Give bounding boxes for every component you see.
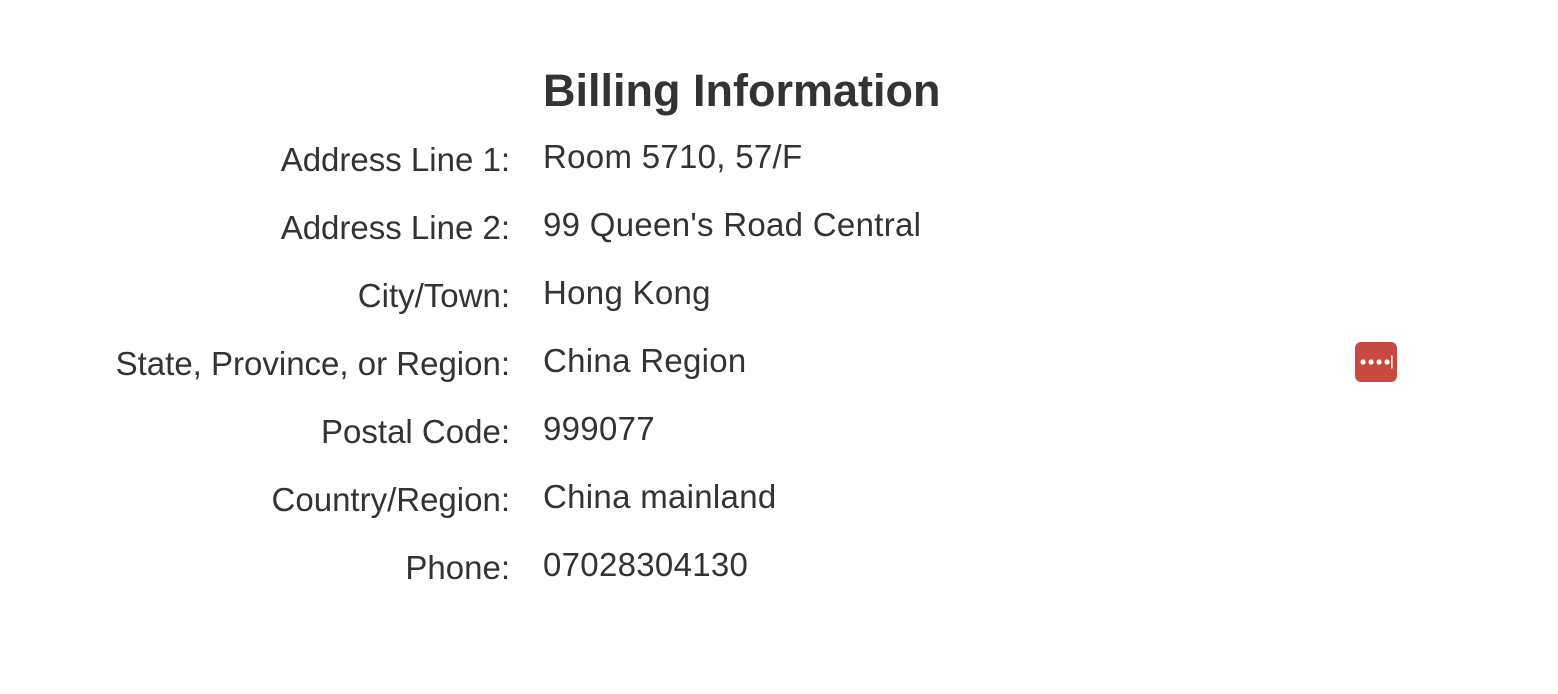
field-address-line-1: Address Line 1: Room 5710, 57/F	[0, 124, 1558, 192]
field-value: China Region	[543, 342, 747, 379]
field-value: Room 5710, 57/F	[543, 138, 803, 175]
field-phone: Phone: 07028304130	[0, 532, 1558, 600]
field-label: State, Province, or Region:	[115, 345, 510, 382]
billing-fields: Address Line 1: Room 5710, 57/F Address …	[0, 124, 1558, 600]
password-manager-icon	[1360, 355, 1393, 369]
field-value: 99 Queen's Road Central	[543, 206, 922, 243]
field-postal-code: Postal Code: 999077	[0, 396, 1558, 464]
field-value: China mainland	[543, 478, 777, 515]
field-label: Country/Region:	[271, 481, 510, 518]
field-city-town: City/Town: Hong Kong	[0, 260, 1558, 328]
field-label: Phone:	[405, 549, 510, 586]
field-label: Postal Code:	[321, 413, 510, 450]
password-manager-button[interactable]	[1355, 342, 1397, 382]
field-label: City/Town:	[357, 277, 510, 314]
field-value: 07028304130	[543, 546, 749, 583]
field-label: Address Line 1:	[280, 141, 510, 178]
field-state-province-region: State, Province, or Region: China Region	[0, 328, 1558, 396]
field-value: Hong Kong	[543, 274, 711, 311]
field-value: 999077	[543, 410, 655, 447]
field-label: Address Line 2:	[280, 209, 510, 246]
field-country-region: Country/Region: China mainland	[0, 464, 1558, 532]
page-title: Billing Information	[543, 65, 941, 116]
field-address-line-2: Address Line 2: 99 Queen's Road Central	[0, 192, 1558, 260]
